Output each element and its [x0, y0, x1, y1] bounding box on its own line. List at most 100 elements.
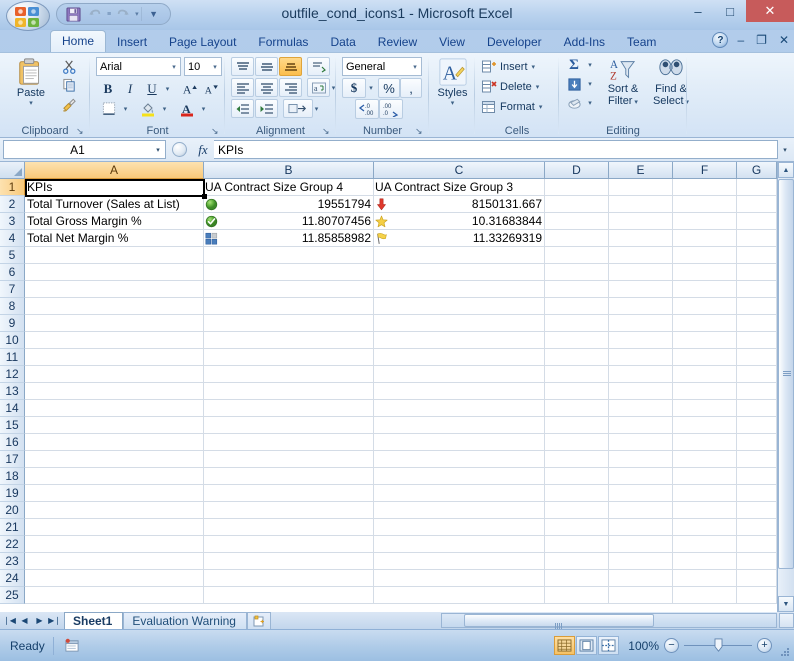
cell-E7[interactable] — [609, 281, 673, 298]
row-header-4[interactable]: 4 — [0, 230, 25, 247]
format-caret-icon[interactable]: ▾ — [539, 103, 543, 111]
tab-add-ins[interactable]: Add-Ins — [553, 32, 616, 52]
cell-C18[interactable] — [374, 468, 545, 485]
cell-D12[interactable] — [545, 366, 609, 383]
zoom-in-button[interactable]: + — [757, 638, 772, 653]
cell-G2[interactable] — [737, 196, 777, 213]
align-left-button[interactable] — [231, 78, 254, 97]
row-header-24[interactable]: 24 — [0, 570, 25, 587]
cell-C16[interactable] — [374, 434, 545, 451]
cell-C22[interactable] — [374, 536, 545, 553]
cell-A17[interactable] — [25, 451, 204, 468]
cell-E20[interactable] — [609, 502, 673, 519]
cell-E5[interactable] — [609, 247, 673, 264]
record-macro-button[interactable] — [62, 637, 82, 655]
number-format-caret-icon[interactable]: ▾ — [409, 63, 421, 71]
cell-C5[interactable] — [374, 247, 545, 264]
page-break-view-button[interactable] — [598, 636, 619, 655]
cell-E6[interactable] — [609, 264, 673, 281]
tab-page-layout[interactable]: Page Layout — [158, 32, 247, 52]
row-header-14[interactable]: 14 — [0, 400, 25, 417]
cell-F24[interactable] — [673, 570, 737, 587]
autosum-caret-icon[interactable]: ▾ — [585, 56, 595, 74]
cell-F15[interactable] — [673, 417, 737, 434]
cell-E11[interactable] — [609, 349, 673, 366]
column-header-E[interactable]: E — [609, 162, 673, 179]
cell-B7[interactable] — [204, 281, 374, 298]
cell-E4[interactable] — [609, 230, 673, 247]
cell-A13[interactable] — [25, 383, 204, 400]
shrink-font-button[interactable]: A — [201, 79, 222, 98]
zoom-track[interactable] — [684, 638, 752, 652]
number-dialog-launcher[interactable]: ↘ — [415, 126, 425, 136]
cell-A19[interactable] — [25, 485, 204, 502]
font-dialog-launcher[interactable]: ↘ — [211, 126, 221, 136]
cell-B19[interactable] — [204, 485, 374, 502]
cell-B2[interactable]: 19551794 — [204, 196, 374, 213]
cell-A4[interactable]: Total Net Margin % — [25, 230, 204, 247]
cell-F5[interactable] — [673, 247, 737, 264]
cell-G3[interactable] — [737, 213, 777, 230]
tab-data[interactable]: Data — [319, 32, 366, 52]
cell-D19[interactable] — [545, 485, 609, 502]
wrap-text-button[interactable]: a — [307, 78, 330, 97]
paste-caret-icon[interactable]: ▾ — [29, 99, 33, 107]
restore-window-button[interactable]: ❐ — [753, 33, 770, 47]
cell-D13[interactable] — [545, 383, 609, 400]
fill-button[interactable] — [563, 75, 585, 93]
decrease-indent-button[interactable] — [231, 99, 254, 118]
cell-F20[interactable] — [673, 502, 737, 519]
cell-D15[interactable] — [545, 417, 609, 434]
cell-A7[interactable] — [25, 281, 204, 298]
cell-A24[interactable] — [25, 570, 204, 587]
cell-B16[interactable] — [204, 434, 374, 451]
cell-D1[interactable] — [545, 179, 609, 196]
cell-F18[interactable] — [673, 468, 737, 485]
format-cells-button[interactable]: Format ▾ — [478, 97, 556, 116]
row-header-1[interactable]: 1 — [0, 179, 25, 196]
row-header-25[interactable]: 25 — [0, 587, 25, 604]
cell-A9[interactable] — [25, 315, 204, 332]
cell-C17[interactable] — [374, 451, 545, 468]
cell-D5[interactable] — [545, 247, 609, 264]
underline-button[interactable]: U — [142, 79, 162, 98]
cell-G20[interactable] — [737, 502, 777, 519]
zoom-slider-thumb[interactable] — [714, 638, 723, 652]
column-header-C[interactable]: C — [374, 162, 545, 179]
formula-input[interactable]: KPIs — [214, 140, 778, 159]
cell-D9[interactable] — [545, 315, 609, 332]
cell-B9[interactable] — [204, 315, 374, 332]
cell-E8[interactable] — [609, 298, 673, 315]
row-header-19[interactable]: 19 — [0, 485, 25, 502]
row-header-5[interactable]: 5 — [0, 247, 25, 264]
tab-formulas[interactable]: Formulas — [247, 32, 319, 52]
cell-C10[interactable] — [374, 332, 545, 349]
horizontal-scrollbar[interactable] — [441, 613, 777, 629]
cell-D24[interactable] — [545, 570, 609, 587]
cell-D25[interactable] — [545, 587, 609, 604]
paste-button[interactable]: Paste ▾ — [8, 56, 54, 114]
align-bottom-button[interactable] — [279, 57, 302, 76]
cell-E14[interactable] — [609, 400, 673, 417]
tab-review[interactable]: Review — [367, 32, 428, 52]
cell-B3[interactable]: 11.80707456 — [204, 213, 374, 230]
cell-C3[interactable]: 10.31683844 — [374, 213, 545, 230]
cell-F25[interactable] — [673, 587, 737, 604]
cell-D2[interactable] — [545, 196, 609, 213]
row-header-6[interactable]: 6 — [0, 264, 25, 281]
row-header-7[interactable]: 7 — [0, 281, 25, 298]
cell-E10[interactable] — [609, 332, 673, 349]
decrease-decimal-button[interactable]: .00 .0 — [379, 99, 403, 119]
cell-C12[interactable] — [374, 366, 545, 383]
cell-C24[interactable] — [374, 570, 545, 587]
font-color-caret-icon[interactable]: ▾ — [198, 99, 209, 118]
cut-button[interactable] — [58, 57, 80, 75]
row-header-12[interactable]: 12 — [0, 366, 25, 383]
merge-center-button[interactable] — [283, 99, 313, 118]
cell-E19[interactable] — [609, 485, 673, 502]
font-color-button[interactable]: A — [176, 99, 198, 118]
cell-G1[interactable] — [737, 179, 777, 196]
cell-B14[interactable] — [204, 400, 374, 417]
sort-filter-button[interactable]: A Z Sort & Filter ▾ — [599, 56, 647, 116]
cell-B21[interactable] — [204, 519, 374, 536]
